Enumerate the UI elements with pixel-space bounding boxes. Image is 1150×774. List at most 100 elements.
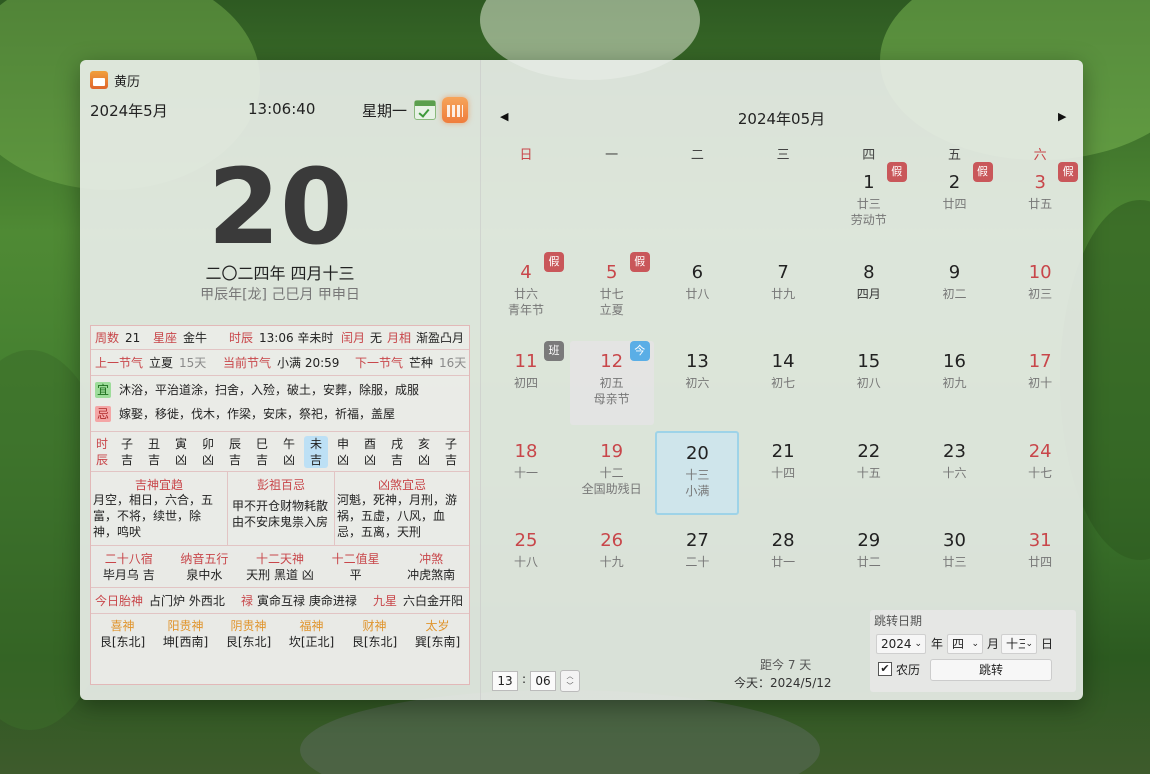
day-select[interactable]: 十三 ⌄ <box>1001 634 1037 654</box>
calendar-day[interactable]: 3 廿五假 <box>998 162 1082 246</box>
checked-calendar-icon[interactable] <box>414 100 436 120</box>
calendar-day[interactable]: 1 廿三 劳动节假 <box>827 162 911 246</box>
calendar-day[interactable]: 16 初九 <box>913 341 997 425</box>
weekday-label: 一 <box>605 148 619 163</box>
day-number: 14 <box>771 351 795 372</box>
info-row-spirits: 吉神宜趋 月空，相日，六合，五富，不将，续世，除神，鸣吠 彭祖百忌 甲不开仓财物… <box>91 472 469 546</box>
today-link[interactable]: 今天：2024/5/12 <box>734 674 832 691</box>
hour-spin-field[interactable]: 13 <box>492 671 518 691</box>
day-number: 9 <box>948 261 961 283</box>
hour-luck-item: 申凶 <box>336 437 349 467</box>
next-term-label: 下一节气 <box>355 356 404 370</box>
calendar-day[interactable]: 10 初三 <box>998 252 1082 336</box>
lunar-day: 初六 <box>685 376 710 390</box>
calendar-grid-icon[interactable] <box>442 97 468 123</box>
calendar-day[interactable]: 23 十六 <box>913 431 997 515</box>
calendar-day[interactable]: 14 初七 <box>741 341 825 425</box>
star-info-item: 十二天神 天刑 黑道 凶 <box>246 552 314 582</box>
app-title: 黄历 <box>114 74 141 90</box>
calendar-month-title: 2024年05月 <box>737 110 826 128</box>
spin-down-icon: ﹀ <box>566 682 574 690</box>
calendar-day[interactable]: 7 廿九 <box>741 252 825 336</box>
calendar-day[interactable]: 9 初二 <box>913 252 997 336</box>
almanac-window: 黄历 2024年5月 13:06:40 星期一 20 二〇二四年 四月十三 甲辰… <box>80 60 1083 700</box>
lu-value: 寅命互禄 庚命进禄 <box>257 594 357 608</box>
next-term-value: 芒种 <box>409 356 434 370</box>
calendar-day[interactable]: 11 初四班 <box>484 341 568 425</box>
lunar-day: 十七 <box>1028 465 1053 480</box>
hour-luck-item: 卯凶 <box>201 437 214 467</box>
calendar-day[interactable]: 15 初八 <box>827 341 911 425</box>
chevron-down-icon: ⌄ <box>914 639 922 649</box>
minute-spin-field[interactable]: 06 <box>530 671 556 691</box>
calendar-day[interactable]: 19 十二 全国助残日 <box>570 431 654 515</box>
calendar-day[interactable]: 25 十八 <box>484 520 568 604</box>
next-month-arrow-icon[interactable]: ▶ <box>1058 110 1066 123</box>
calendar-day[interactable]: 18 十一 <box>484 431 568 515</box>
month-select[interactable]: 四 ⌄ <box>947 634 983 654</box>
today-badge: 今 <box>629 341 650 361</box>
jump-date-panel: 跳转日期 2024 ⌄ 年 四 ⌄ 月 十三 ⌄ 日 ✔ 农历 跳转 <box>870 610 1076 692</box>
star-info-item: 二十八宿 毕月乌 吉 <box>102 552 155 582</box>
bad-spirits-text: 河魁，死神，月刑，游祸，五虚，八风，血忌，五离，天刑 <box>337 493 458 539</box>
holiday-badge: 假 <box>544 251 564 272</box>
calendar-day[interactable]: 5 廿七 立夏假 <box>570 251 654 336</box>
pengzu-title: 彭祖百忌 <box>256 478 305 492</box>
jump-title: 跳转日期 <box>874 614 923 628</box>
ji-text: 嫁娶，移徙，伐木，作梁，安床，祭祀，祈福，盖屋 <box>119 407 396 421</box>
weekday-label: 四 <box>862 148 876 163</box>
holiday-badge: 假 <box>1058 162 1079 182</box>
leap-value: 无 <box>370 331 383 345</box>
weeks-value: 21 <box>125 331 141 345</box>
hour-luck-item: 未吉 <box>304 436 328 468</box>
prev-term-days: 15天 <box>179 356 207 370</box>
current-time: 13:06:40 <box>248 100 316 118</box>
lunar-checkbox[interactable]: ✔ <box>878 662 892 676</box>
jump-button[interactable]: 跳转 <box>930 659 1052 681</box>
fetal-value: 占门炉 外西北 <box>149 594 225 608</box>
calendar-day[interactable]: 4 廿六 青年节假 <box>484 251 568 336</box>
calendar-day[interactable]: 29 廿二 <box>827 520 911 604</box>
weekday-label: 六 <box>1033 148 1047 163</box>
calendar-day[interactable]: 6 廿八 <box>655 252 739 336</box>
time-spinner[interactable]: ︿ ﹀ <box>560 670 580 692</box>
year-unit: 年 <box>931 637 944 651</box>
calendar-day[interactable]: 27 二十 <box>655 520 739 604</box>
calendar-app-icon <box>90 71 108 89</box>
lunar-day: 廿二 <box>856 555 881 569</box>
year-select[interactable]: 2024 ⌄ <box>876 634 926 654</box>
calendar-day[interactable]: 13 初六 <box>655 341 739 425</box>
day-number: 26 <box>600 530 624 551</box>
left-panel: 黄历 2024年5月 13:06:40 星期一 20 二〇二四年 四月十三 甲辰… <box>80 60 480 700</box>
calendar-day[interactable]: 26 十九 <box>570 520 654 604</box>
hour-label: 时辰 <box>229 331 254 345</box>
day-number: 20 <box>685 442 709 464</box>
info-row-yiji: 宜 沐浴，平治道涂，扫舍，入殓，破土，安葬，除服，成服 忌 嫁娶，移徙，伐木，作… <box>91 376 469 432</box>
current-month: 2024年5月 <box>90 102 168 120</box>
day-number: 13 <box>685 351 709 372</box>
calendar-day[interactable]: 24 十七 <box>998 431 1082 515</box>
calendar-day[interactable]: 21 十四 <box>741 431 825 515</box>
day-unit: 日 <box>1041 637 1054 651</box>
lu-label: 禄 <box>241 594 254 608</box>
lunar-day: 十六 <box>942 465 967 480</box>
calendar-day[interactable]: 31 廿四 <box>998 520 1082 604</box>
calendar-day[interactable]: 28 廿一 <box>741 520 825 604</box>
weekday-label: 二 <box>690 148 704 163</box>
info-row-stars: 二十八宿 毕月乌 吉纳音五行 泉中水 十二天神 天刑 黑道 凶十二值星平冲煞 冲虎煞南 <box>91 546 469 588</box>
day-number: 28 <box>771 530 795 551</box>
pengzu-text: 甲不开仓财物耗散 由不安床鬼祟入房 <box>232 499 329 529</box>
calendar-day[interactable]: 17 初十 <box>998 341 1082 425</box>
lunar-day: 初三 <box>1028 286 1053 301</box>
holiday-badge: 假 <box>972 162 993 182</box>
info-row-gods: 喜神 艮[东北] 阳贵神 坤[西南] 阴贵神 艮[东北] 福神 坎[正北] 财神 艮[东北] 太岁巽… <box>91 614 469 654</box>
holiday-badge: 假 <box>629 251 650 272</box>
calendar-day[interactable]: 30 廿三 <box>913 520 997 604</box>
hour-luck-item: 辰吉 <box>228 437 241 467</box>
calendar-day[interactable]: 8 四月 <box>827 252 911 336</box>
yi-text: 沐浴，平治道涂，扫舍，入殓，破土，安葬，除服，成服 <box>119 383 420 397</box>
calendar-day[interactable]: 2 廿四假 <box>913 162 997 246</box>
calendar-day[interactable]: 20 十三 小满 <box>655 430 740 515</box>
calendar-day[interactable]: 12 初五 母亲节今 <box>569 341 654 425</box>
calendar-day[interactable]: 22 十五 <box>827 431 911 515</box>
